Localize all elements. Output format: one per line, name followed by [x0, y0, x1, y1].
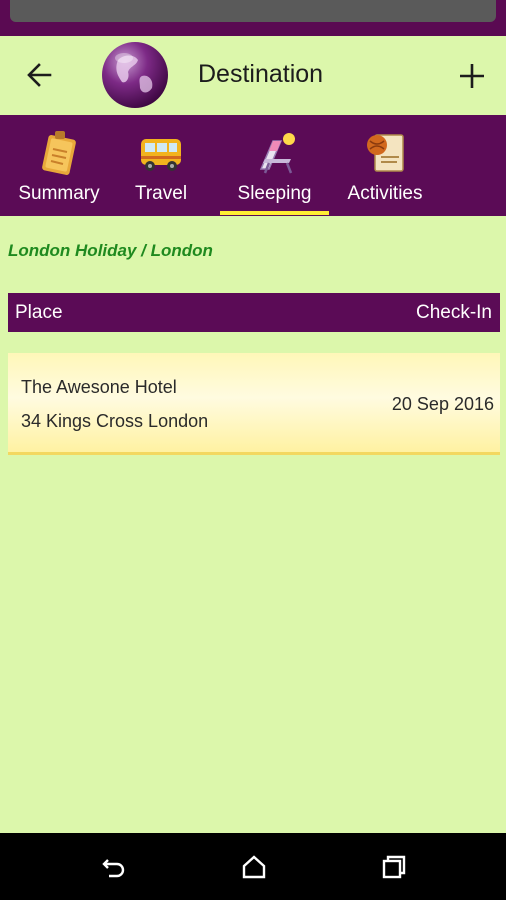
nav-recents-icon [382, 855, 406, 879]
tab-travel[interactable]: Travel [118, 115, 204, 216]
tab-label: Activities [347, 183, 423, 204]
golf-icon [367, 134, 404, 172]
app-bar: Destination [0, 36, 506, 115]
status-bar [0, 0, 506, 36]
column-header-checkin: Check-In [415, 302, 492, 323]
back-button[interactable] [20, 58, 58, 92]
page-title: Destination [198, 60, 324, 88]
nav-home-button[interactable] [236, 849, 272, 885]
nav-back-button[interactable] [96, 849, 132, 885]
hotel-address: 34 Kings Cross London [21, 411, 209, 431]
tab-summary[interactable]: Summary [14, 115, 104, 216]
globe-icon [102, 42, 168, 108]
nav-recents-button[interactable] [376, 849, 412, 885]
tab-bar: Summary Travel Sleeping Activities [0, 115, 506, 216]
table-header: Place Check-In [8, 293, 500, 332]
checkin-date: 20 Sep 2016 [391, 394, 494, 414]
system-nav-bar [0, 833, 506, 900]
tab-label: Sleeping [237, 183, 312, 204]
nav-home-icon [242, 855, 266, 879]
column-header-place: Place [15, 302, 63, 323]
tab-sleeping[interactable]: Sleeping [220, 115, 329, 216]
nav-back-icon [102, 859, 125, 878]
app-screen: Destination Summary Travel Sleeping Acti… [0, 0, 506, 900]
plus-icon [460, 64, 484, 88]
hotel-name: The Awesone Hotel [21, 377, 177, 397]
selected-tab-indicator [220, 211, 329, 215]
bus-icon [141, 139, 181, 171]
tab-activities[interactable]: Activities [338, 115, 432, 216]
table-row[interactable]: The Awesone Hotel 34 Kings Cross London … [8, 353, 500, 455]
add-button[interactable] [452, 56, 492, 96]
deck-chair-icon [259, 133, 295, 174]
breadcrumb: London Holiday / London [8, 241, 213, 260]
arrow-left-icon [27, 63, 52, 87]
status-bar-notch [10, 0, 496, 22]
notebook-icon [42, 131, 76, 175]
tab-label: Summary [18, 183, 100, 204]
tab-label: Travel [134, 183, 188, 204]
